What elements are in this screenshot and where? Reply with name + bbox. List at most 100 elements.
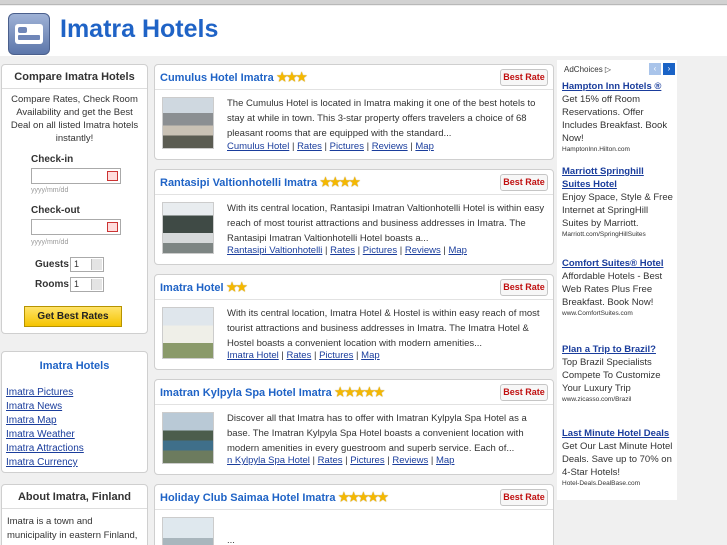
- imatra-links-box: Imatra Hotels Imatra Pictures Imatra New…: [1, 351, 148, 473]
- hotel-name-link[interactable]: Rantasipi Valtionhotelli Imatra: [160, 177, 317, 189]
- ad-body: Get Our Last Minute Hotel Deals. Save up…: [562, 441, 673, 478]
- ad-body: Top Brazil Specialists Compete To Custom…: [562, 357, 661, 394]
- hotel-name-link[interactable]: Imatra Hotel: [160, 282, 224, 294]
- best-rate-button[interactable]: Best Rate: [500, 489, 548, 506]
- hotel-card: Rantasipi Valtionhotelli Imatra ★★★★ Best…: [154, 169, 554, 265]
- ad-title[interactable]: Comfort Suites® Hotel: [562, 257, 674, 270]
- pictures-link[interactable]: Pictures: [319, 350, 353, 361]
- pictures-link[interactable]: Pictures: [350, 455, 384, 466]
- ad-title[interactable]: Hampton Inn Hotels ®: [562, 80, 674, 93]
- map-link[interactable]: Map: [436, 455, 454, 466]
- chevron-left-icon[interactable]: ‹: [649, 63, 661, 75]
- map-link[interactable]: Map: [415, 141, 433, 152]
- star-rating-icon: ★★★★★: [334, 385, 385, 399]
- hotel-link[interactable]: n Kylpyla Spa Hotel: [227, 455, 310, 466]
- guests-label: Guests: [35, 259, 69, 270]
- ad-title[interactable]: Marriott Springhill Suites Hotel: [562, 165, 674, 191]
- hotel-links: n Kylpyla Spa Hotel | Rates | Pictures |…: [227, 455, 455, 466]
- hotel-description: Discover all that Imatra has to offer wi…: [227, 413, 527, 454]
- ad-body: Enjoy Space, Style & Free Internet at Sp…: [562, 192, 673, 229]
- ads-column: AdChoices ▷ ‹ › Hampton Inn Hotels ® Get…: [557, 60, 677, 500]
- hotel-link[interactable]: Rantasipi Valtionhotelli: [227, 245, 322, 256]
- checkin-hint: yyyy/mm/dd: [31, 187, 69, 194]
- rates-link[interactable]: Rates: [330, 245, 355, 256]
- about-heading: About Imatra, Finland: [2, 485, 147, 509]
- compare-description: Compare Rates, Check Room Availability a…: [10, 94, 139, 144]
- site-header: Imatra Hotels: [0, 6, 727, 56]
- browser-top-bar: [0, 0, 727, 5]
- bed-logo-icon[interactable]: [8, 13, 50, 55]
- checkout-input[interactable]: [31, 219, 121, 235]
- hotel-links: Rantasipi Valtionhotelli | Rates | Pictu…: [227, 245, 467, 256]
- checkout-hint: yyyy/mm/dd: [31, 239, 69, 246]
- link-imatra-pictures[interactable]: Imatra Pictures: [6, 387, 73, 398]
- reviews-link[interactable]: Reviews: [405, 245, 441, 256]
- about-box: About Imatra, Finland Imatra is a town a…: [1, 484, 148, 545]
- link-imatra-news[interactable]: Imatra News: [6, 401, 62, 412]
- ad-url[interactable]: www.zicasso.com/Brazil: [562, 395, 674, 404]
- adchoices-label[interactable]: AdChoices ▷: [564, 65, 611, 74]
- compare-heading: Compare Imatra Hotels: [2, 65, 147, 89]
- best-rate-button[interactable]: Best Rate: [500, 69, 548, 86]
- best-rate-button[interactable]: Best Rate: [500, 384, 548, 401]
- ad-url[interactable]: Hotel-Deals.DealBase.com: [562, 479, 674, 488]
- ad-item[interactable]: Plan a Trip to Brazil? Top Brazil Specia…: [562, 343, 674, 404]
- checkin-input[interactable]: [31, 168, 121, 184]
- ad-item[interactable]: Comfort Suites® Hotel Affordable Hotels …: [562, 257, 674, 318]
- ad-item[interactable]: Marriott Springhill Suites Hotel Enjoy S…: [562, 165, 674, 239]
- chevron-down-icon: [91, 279, 102, 290]
- calendar-icon[interactable]: [107, 171, 118, 181]
- imatra-links-heading[interactable]: Imatra Hotels: [2, 352, 147, 377]
- hotel-card: Imatra Hotel ★★ Best Rate With its centra…: [154, 274, 554, 370]
- ad-body: Get 15% off Room Reservations. Offer Inc…: [562, 94, 668, 144]
- rooms-select[interactable]: 1: [70, 277, 104, 292]
- best-rate-button[interactable]: Best Rate: [500, 174, 548, 191]
- reviews-link[interactable]: Reviews: [392, 455, 428, 466]
- hotel-card: Holiday Club Saimaa Hotel Imatra ★★★★★ Be…: [154, 484, 554, 545]
- hotel-photo[interactable]: [162, 517, 214, 545]
- hotel-photo[interactable]: [162, 307, 214, 359]
- guests-select[interactable]: 1: [70, 257, 104, 272]
- hotel-link[interactable]: Imatra Hotel: [227, 350, 279, 361]
- link-imatra-attractions[interactable]: Imatra Attractions: [6, 443, 84, 454]
- site-title[interactable]: Imatra Hotels: [60, 15, 218, 44]
- best-rate-button[interactable]: Best Rate: [500, 279, 548, 296]
- hotel-description: With its central location, Imatra Hotel …: [227, 308, 540, 349]
- checkin-label: Check-in: [31, 154, 74, 165]
- map-link[interactable]: Map: [448, 245, 466, 256]
- map-link[interactable]: Map: [361, 350, 379, 361]
- hotel-photo[interactable]: [162, 412, 214, 464]
- hotel-photo[interactable]: [162, 202, 214, 254]
- ad-title[interactable]: Plan a Trip to Brazil?: [562, 343, 674, 356]
- rates-link[interactable]: Rates: [297, 141, 322, 152]
- reviews-link[interactable]: Reviews: [372, 141, 408, 152]
- ad-item[interactable]: Last Minute Hotel Deals Get Our Last Min…: [562, 427, 674, 488]
- hotel-name-link[interactable]: Holiday Club Saimaa Hotel Imatra: [160, 492, 335, 504]
- rates-link[interactable]: Rates: [318, 455, 343, 466]
- link-imatra-currency[interactable]: Imatra Currency: [6, 457, 78, 468]
- guests-value: 1: [74, 259, 80, 269]
- rooms-label: Rooms: [35, 279, 69, 290]
- hotel-name-link[interactable]: Cumulus Hotel Imatra: [160, 72, 274, 84]
- pictures-link[interactable]: Pictures: [363, 245, 397, 256]
- ad-url[interactable]: Marriott.com/SpringHillSuites: [562, 230, 674, 239]
- pictures-link[interactable]: Pictures: [330, 141, 364, 152]
- hotel-photo[interactable]: [162, 97, 214, 149]
- checkout-label: Check-out: [31, 205, 80, 216]
- hotel-card: Imatran Kylpyla Spa Hotel Imatra ★★★★★ Be…: [154, 379, 554, 475]
- ad-url[interactable]: www.ComfortSuites.com: [562, 309, 674, 318]
- ad-body: Affordable Hotels - Best Web Rates Plus …: [562, 271, 663, 308]
- rates-link[interactable]: Rates: [287, 350, 312, 361]
- star-rating-icon: ★★★: [276, 70, 307, 84]
- link-imatra-map[interactable]: Imatra Map: [6, 415, 57, 426]
- hotel-link[interactable]: Cumulus Hotel: [227, 141, 289, 152]
- chevron-right-icon[interactable]: ›: [663, 63, 675, 75]
- ad-url[interactable]: HamptonInn.Hilton.com: [562, 145, 674, 154]
- rooms-value: 1: [74, 279, 80, 289]
- hotel-name-link[interactable]: Imatran Kylpyla Spa Hotel Imatra: [160, 387, 332, 399]
- ad-item[interactable]: Hampton Inn Hotels ® Get 15% off Room Re…: [562, 80, 674, 154]
- link-imatra-weather[interactable]: Imatra Weather: [6, 429, 75, 440]
- get-best-rates-button[interactable]: Get Best Rates: [24, 306, 122, 327]
- calendar-icon[interactable]: [107, 222, 118, 232]
- ad-title[interactable]: Last Minute Hotel Deals: [562, 427, 674, 440]
